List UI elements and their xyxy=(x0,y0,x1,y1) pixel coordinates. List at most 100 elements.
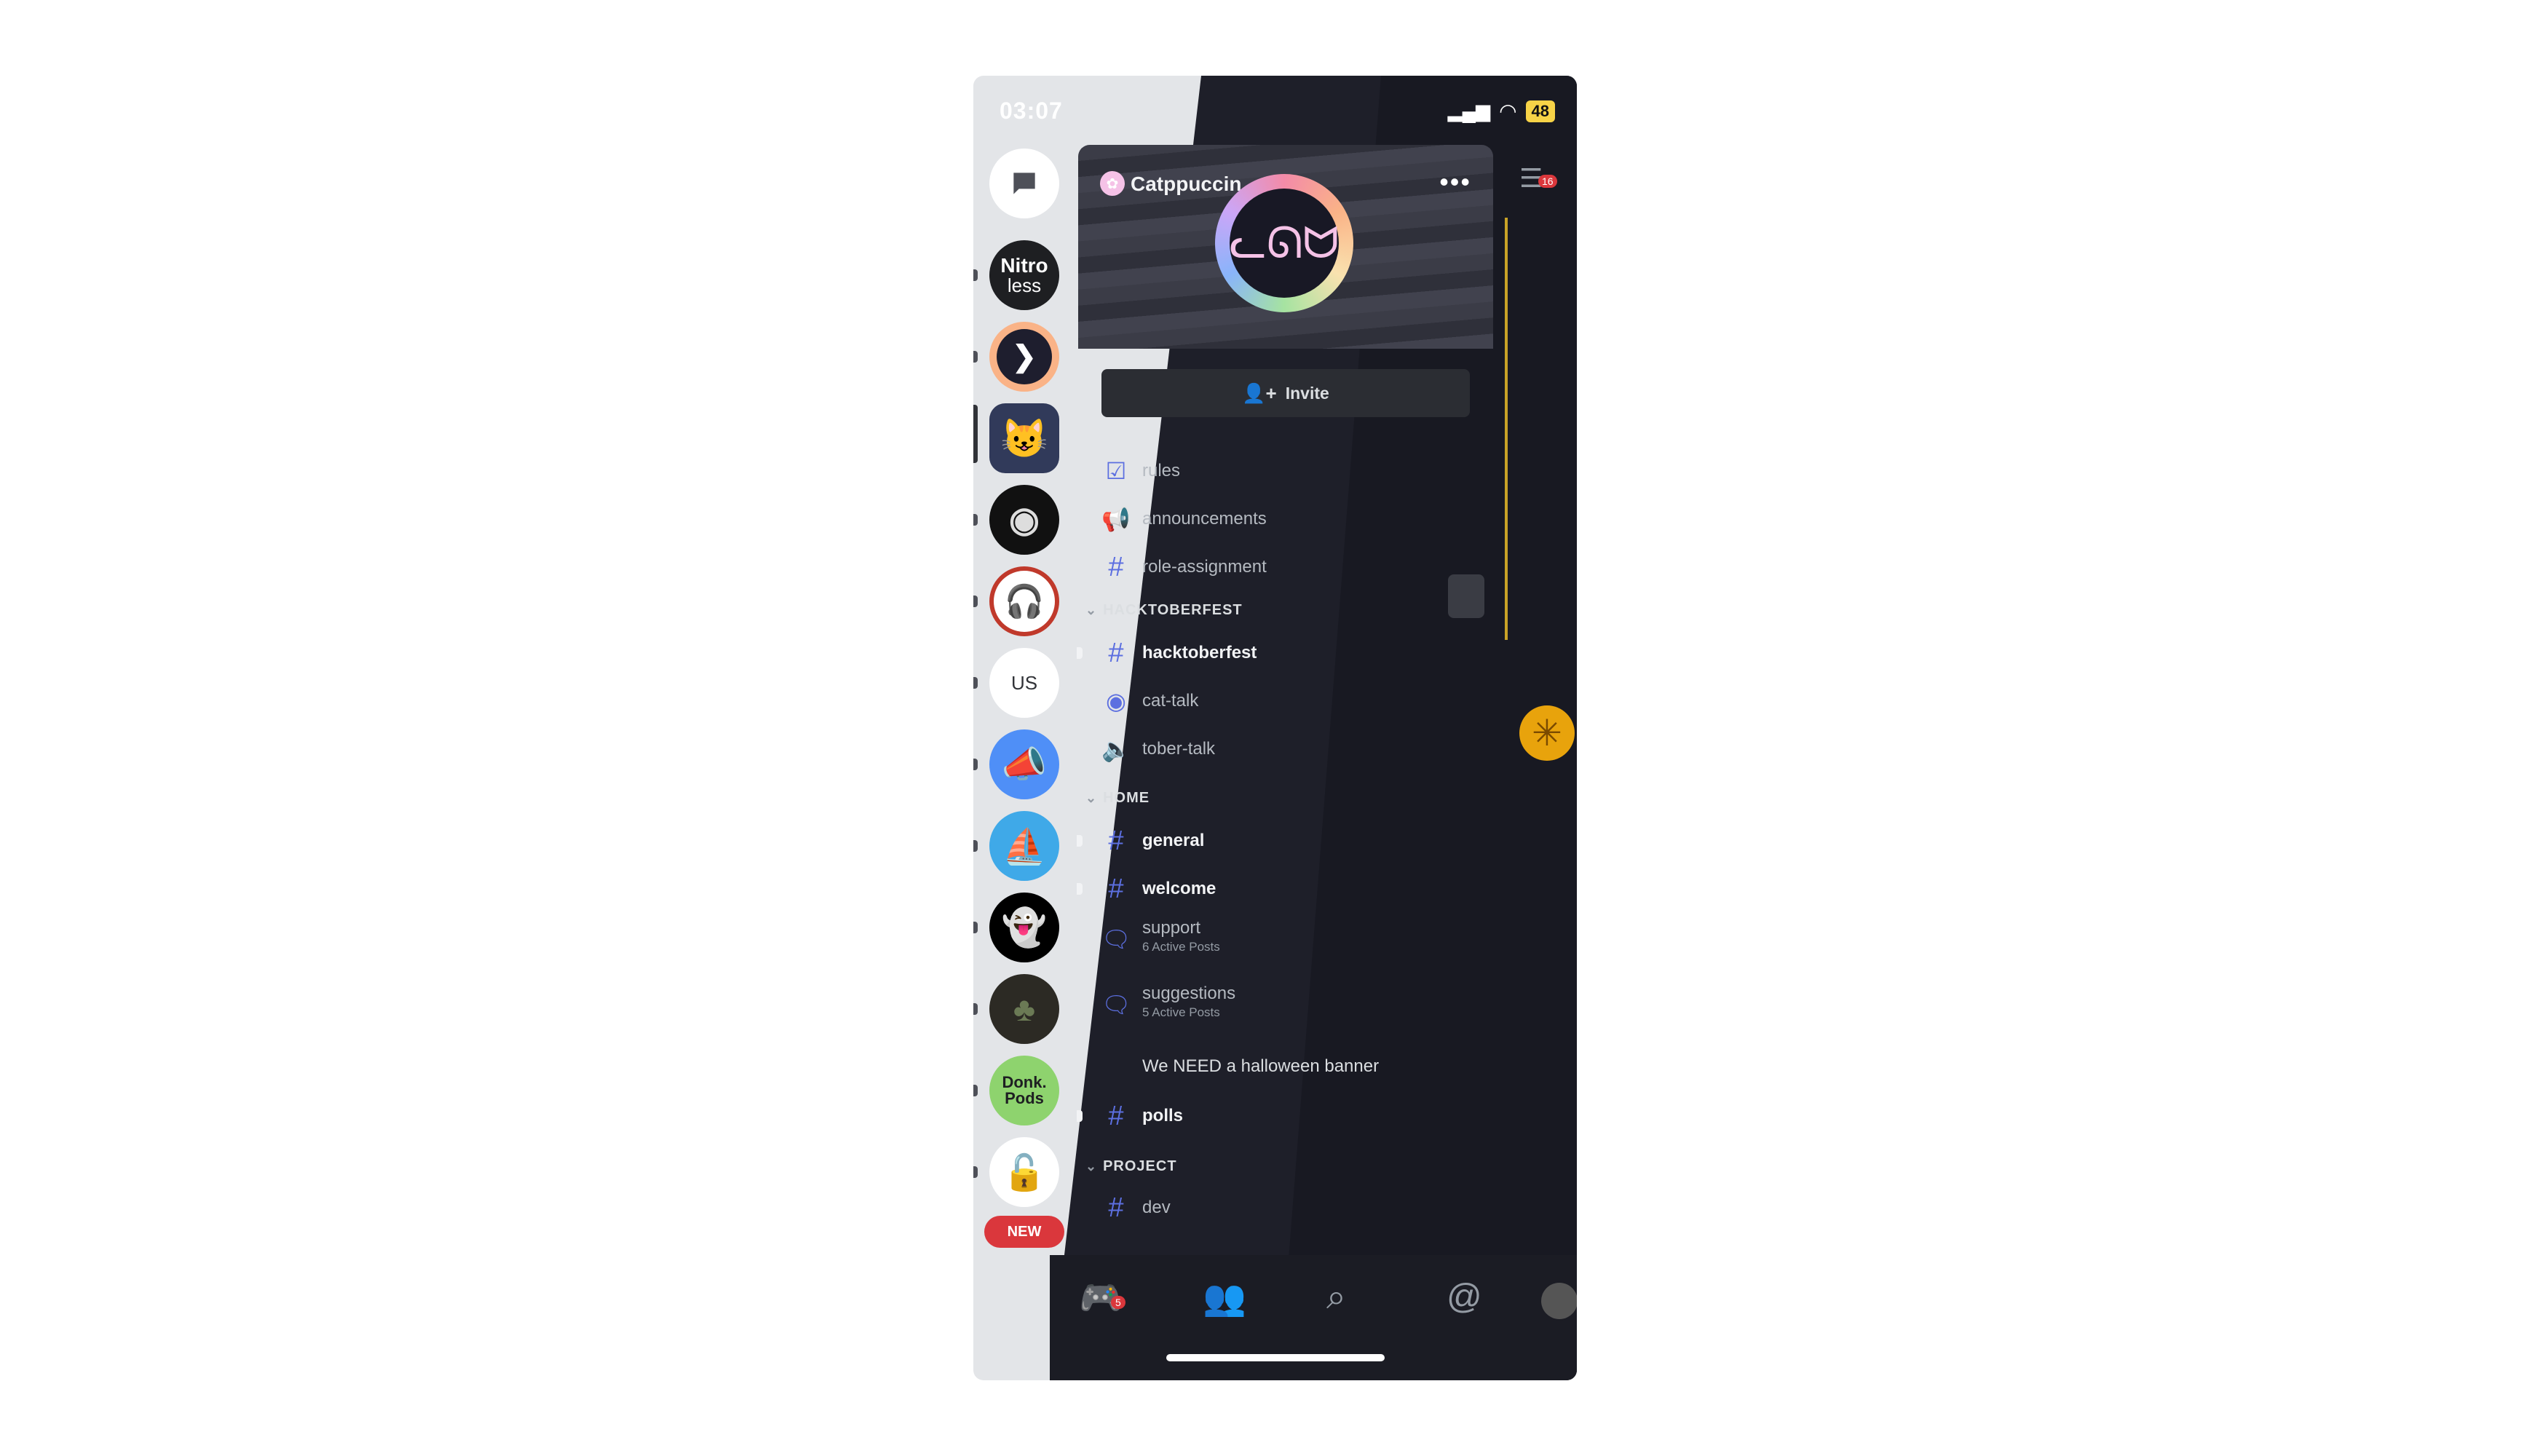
server-rail[interactable]: Nitro less ❯ 😺 ◉ 🎧 US 📣 ⛵ 👻 ♣ Donk. Pods… xyxy=(973,149,1079,1342)
unread-pip xyxy=(973,1003,978,1015)
stage-icon: ◉ xyxy=(1106,688,1126,714)
channel-label: tober-talk xyxy=(1142,739,1216,759)
category-home[interactable]: ⌄ HOME xyxy=(1085,790,1150,807)
category-label: PROJECT xyxy=(1103,1158,1177,1174)
server-ship[interactable]: ⛵ xyxy=(989,811,1059,881)
channel-label: role-assignment xyxy=(1142,557,1267,577)
server-banner[interactable]: ✿ Catppuccin ••• ᓚᘏᗢ xyxy=(1078,145,1493,349)
headphones-icon: 🎧 xyxy=(1004,584,1045,620)
category-label: HACKTOBERFEST xyxy=(1103,602,1243,618)
channel-sub: 6 Active Posts xyxy=(1142,940,1220,954)
lock-icon: 🔓 xyxy=(1002,1153,1046,1192)
invite-button[interactable]: 👤+ Invite xyxy=(1101,369,1470,417)
server-megaphone[interactable]: 📣 xyxy=(989,729,1059,799)
server-nitroless[interactable]: Nitro less xyxy=(989,240,1059,310)
hash-icon: # xyxy=(1108,1192,1124,1223)
category-project[interactable]: ⌄ PROJECT xyxy=(1085,1158,1177,1175)
unread-pip xyxy=(973,269,978,281)
battery-icon: 48 xyxy=(1525,100,1555,122)
chat-preview-strip[interactable]: ☰ 16 ✳ xyxy=(1505,149,1577,1342)
unread-pip xyxy=(1077,1110,1083,1122)
category-label: HOME xyxy=(1103,790,1150,806)
unread-pip xyxy=(973,922,978,933)
channel-polls[interactable]: # polls xyxy=(1077,1096,1493,1136)
server-forest[interactable]: ♣ xyxy=(989,974,1059,1044)
channel-label: suggestions xyxy=(1142,984,1236,1003)
bottom-tab-bar: 🎮 5 👥 ⌕ @ xyxy=(1050,1255,1577,1380)
server-terminal[interactable]: ❯ xyxy=(989,322,1059,392)
hash-icon: # xyxy=(1108,552,1124,582)
channel-support[interactable]: 🗨 support 6 Active Posts xyxy=(1078,914,1493,965)
hash-thread-icon: # xyxy=(1108,1101,1124,1131)
search-icon[interactable]: ⌕ xyxy=(1326,1277,1346,1318)
channel-label: rules xyxy=(1142,461,1181,480)
chat-bubble-icon xyxy=(1013,173,1035,194)
friends-icon[interactable]: 👥 xyxy=(1203,1277,1246,1318)
server-name[interactable]: Catppuccin xyxy=(1131,173,1241,196)
server-lock[interactable]: 🔓 xyxy=(989,1137,1059,1207)
more-icon[interactable]: ••• xyxy=(1439,167,1471,197)
channel-announcements[interactable]: 📢 announcements xyxy=(1078,499,1493,539)
status-time: 03:07 xyxy=(1000,98,1063,124)
category-hacktoberfest[interactable]: ⌄ HACKTOBERFEST xyxy=(1085,602,1243,619)
signal-icon: ▂▄▆ xyxy=(1447,100,1491,122)
server-vinyl[interactable]: ◉ xyxy=(989,485,1059,555)
new-badge[interactable]: NEW xyxy=(984,1216,1064,1248)
cat-logo-icon: ᓚᘏᗢ xyxy=(1230,189,1339,298)
announcement-icon: 📢 xyxy=(1101,506,1131,532)
status-icons: ▂▄▆ ◠ 48 xyxy=(1448,99,1555,123)
thread-label: We NEED a halloween banner xyxy=(1142,1056,1380,1076)
channel-rules[interactable]: ☑ rules xyxy=(1078,451,1493,491)
unread-pip xyxy=(973,514,978,526)
vinyl-icon: ◉ xyxy=(1009,501,1040,539)
hash-thread-icon: # xyxy=(1108,874,1124,904)
server-donk-label: Donk. Pods xyxy=(1002,1073,1047,1107)
server-us-label: US xyxy=(1010,671,1038,694)
voice-icon: 🔈 xyxy=(1101,736,1131,762)
channel-general[interactable]: # general xyxy=(1077,820,1493,861)
server-cat[interactable]: 😺 xyxy=(989,403,1059,473)
menu-badge: 16 xyxy=(1538,175,1557,188)
channel-tober-talk[interactable]: 🔈 tober-talk xyxy=(1078,729,1493,769)
channel-label: polls xyxy=(1142,1106,1184,1125)
home-badge: 5 xyxy=(1111,1296,1125,1309)
unread-pip xyxy=(1077,883,1083,895)
channel-sub: 5 Active Posts xyxy=(1142,1005,1220,1019)
unread-pip xyxy=(973,596,978,607)
channel-panel: ✿ Catppuccin ••• ᓚᘏᗢ 👤+ Invite ☑ rules 📢… xyxy=(1077,145,1493,1310)
channel-hacktoberfest[interactable]: # hacktoberfest xyxy=(1077,633,1493,673)
thread-item[interactable]: We NEED a halloween banner xyxy=(1078,1046,1493,1087)
active-pip xyxy=(973,405,978,463)
chevron-down-icon: ⌄ xyxy=(1085,603,1098,617)
server-us[interactable]: US xyxy=(989,648,1059,718)
channel-cat-talk[interactable]: ◉ cat-talk xyxy=(1078,681,1493,721)
channel-welcome[interactable]: # welcome xyxy=(1077,869,1493,909)
channel-dev[interactable]: # dev xyxy=(1078,1187,1493,1228)
unread-pip xyxy=(973,1166,978,1178)
add-user-icon: 👤+ xyxy=(1242,381,1277,404)
channel-label: dev xyxy=(1142,1198,1171,1217)
unread-pip xyxy=(1077,835,1083,847)
dm-button[interactable] xyxy=(989,149,1059,218)
channel-suggestions[interactable]: 🗨 suggestions 5 Active Posts xyxy=(1078,979,1493,1030)
mentions-icon[interactable]: @ xyxy=(1447,1277,1482,1317)
forum-icon: 🗨 xyxy=(1101,926,1131,952)
unread-pip xyxy=(1077,647,1083,659)
forest-icon: ♣ xyxy=(1013,990,1036,1028)
rules-check-icon: ☑ xyxy=(1105,458,1127,484)
channel-role-assignment[interactable]: # role-assignment xyxy=(1078,547,1493,587)
channel-label: cat-talk xyxy=(1142,691,1199,711)
chevron-down-icon: ⌄ xyxy=(1085,791,1098,805)
server-headphones[interactable]: 🎧 xyxy=(989,566,1059,636)
server-boost-icon: ✿ xyxy=(1100,171,1125,196)
ghost-icon: 👻 xyxy=(1001,906,1048,948)
channel-label: welcome xyxy=(1142,879,1216,898)
server-logo: ᓚᘏᗢ xyxy=(1215,174,1353,312)
unread-pip xyxy=(973,1085,978,1096)
avatar[interactable] xyxy=(1541,1283,1577,1319)
server-label-bottom: less xyxy=(1007,274,1042,296)
channel-label: general xyxy=(1142,831,1205,850)
server-donk-pods[interactable]: Donk. Pods xyxy=(989,1056,1059,1125)
status-bar: 03:07 ▂▄▆ ◠ 48 xyxy=(973,90,1577,134)
server-ghost[interactable]: 👻 xyxy=(989,893,1059,962)
